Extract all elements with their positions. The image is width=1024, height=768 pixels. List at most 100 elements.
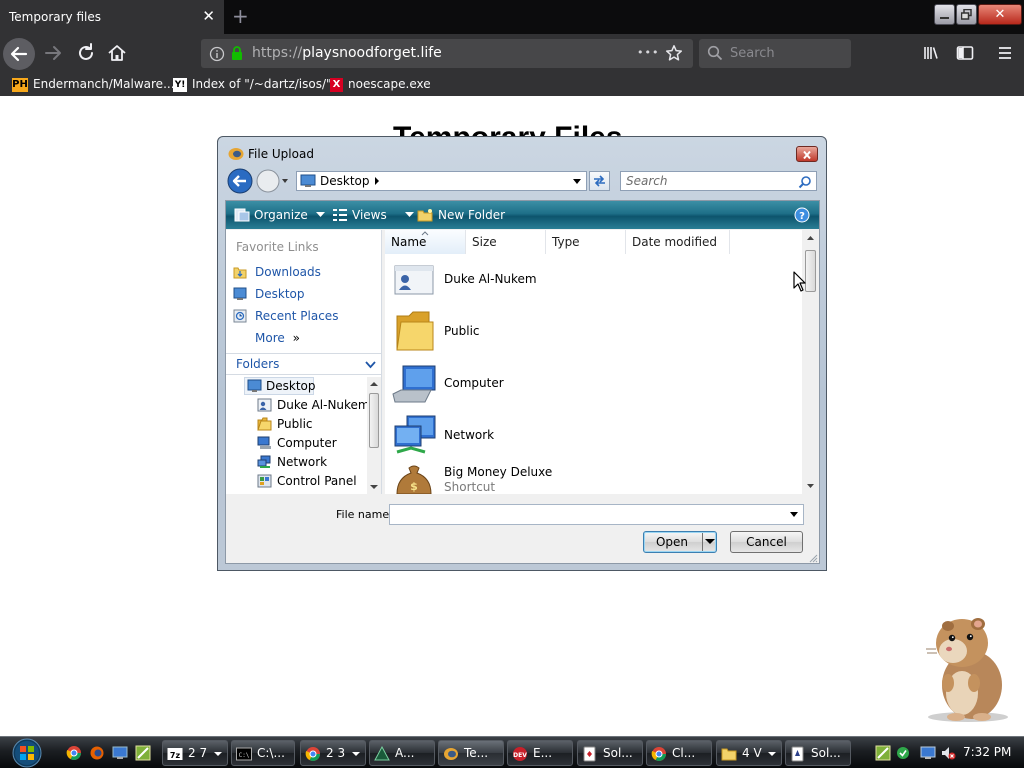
dialog-search-input[interactable]: Search (620, 171, 817, 191)
minimize-button[interactable] (934, 4, 955, 25)
taskbar-button-active[interactable]: Te... (438, 740, 504, 766)
taskbar-button[interactable]: 4 V (716, 740, 782, 766)
views-icon (333, 209, 347, 221)
column-header-type[interactable]: Type (546, 230, 626, 254)
dialog-refresh-button[interactable] (589, 171, 610, 191)
file-name-dropdown-icon[interactable] (789, 512, 799, 518)
tray-network-icon[interactable] (895, 745, 911, 761)
column-header-date-modified[interactable]: Date modified (626, 230, 730, 254)
url-text[interactable]: https://playsnoodforget.life (252, 39, 442, 68)
web-search-box[interactable]: Search (699, 39, 851, 68)
sidebar-icon[interactable] (954, 42, 976, 64)
tree-scrollbar[interactable] (367, 377, 381, 494)
favorite-link-downloads[interactable]: Downloads (255, 265, 321, 279)
dialog-address-text: Desktop (320, 174, 370, 188)
bookmark-item[interactable]: PH Endermanch/Malware... (12, 72, 175, 96)
tree-item-computer[interactable]: Computer (277, 436, 337, 450)
tray-app-icon[interactable] (875, 745, 891, 761)
start-button-icon[interactable] (6, 737, 48, 768)
switch-windows-icon[interactable] (135, 745, 151, 761)
taskbar-clock[interactable]: 7:32 PM (963, 736, 1011, 768)
favorite-link-recent-places[interactable]: Recent Places (255, 309, 338, 323)
scroll-up-icon[interactable] (802, 233, 819, 243)
menu-icon[interactable] (994, 42, 1016, 64)
volume-muted-icon[interactable] (940, 745, 956, 761)
taskbar-button[interactable]: Sol... (785, 740, 851, 766)
breadcrumb-arrow-icon[interactable] (373, 176, 381, 186)
scroll-thumb[interactable] (369, 393, 379, 448)
scroll-down-icon[interactable] (802, 481, 819, 491)
open-button[interactable]: Open (643, 531, 717, 553)
page-actions-icon[interactable]: ••• (637, 39, 659, 66)
organize-menu[interactable]: Organize (234, 201, 325, 229)
show-desktop-icon[interactable] (112, 745, 128, 761)
dialog-close-button[interactable] (796, 146, 818, 162)
cancel-button[interactable]: Cancel (730, 531, 803, 553)
restore-button[interactable] (956, 4, 977, 25)
sort-ascending-icon (421, 231, 429, 236)
cancel-label: Cancel (746, 535, 787, 549)
tree-item-network[interactable]: Network (277, 455, 327, 469)
desktop-icon (247, 379, 262, 392)
navigation-pane: Favorite Links Downloads Desktop Recent … (226, 230, 382, 494)
network-icon (394, 415, 436, 454)
dialog-address-bar[interactable]: Desktop (296, 171, 587, 191)
dialog-forward-icon[interactable] (256, 169, 280, 193)
file-list-scrollbar[interactable] (802, 230, 819, 494)
file-name-label: File name: (336, 508, 393, 521)
lock-icon[interactable] (230, 45, 244, 61)
reload-icon[interactable] (75, 42, 97, 64)
folders-header: Folders (236, 357, 280, 371)
open-dropdown-icon[interactable] (705, 539, 715, 545)
taskbar-button[interactable]: A... (369, 740, 435, 766)
tree-item-control-panel[interactable]: Control Panel (277, 474, 357, 488)
more-links-button[interactable]: More » (255, 331, 300, 345)
info-icon[interactable] (209, 46, 225, 62)
new-folder-button[interactable]: New Folder (417, 201, 505, 229)
search-icon[interactable] (798, 175, 812, 189)
close-tab-icon[interactable]: ✕ (202, 0, 215, 33)
library-icon[interactable] (920, 42, 942, 64)
help-icon[interactable]: ? (794, 207, 810, 223)
taskbar-button[interactable]: 7z 2 7 (162, 740, 228, 766)
search-placeholder: Search (730, 46, 775, 61)
address-dropdown-icon[interactable] (572, 178, 582, 186)
chevron-down-icon (352, 752, 360, 756)
column-header-name[interactable]: Name (385, 230, 466, 254)
dialog-command-bar: Organize Views New Folder ? (226, 201, 819, 229)
tree-item-public[interactable]: Public (277, 417, 313, 431)
favorite-link-desktop[interactable]: Desktop (255, 287, 305, 301)
bookmark-star-icon[interactable] (665, 44, 683, 62)
chrome-quicklaunch-icon[interactable] (66, 745, 82, 761)
bookmark-item[interactable]: Y! Index of "/~dartz/isos/" (173, 72, 332, 96)
taskbar-button[interactable]: 2 3 (300, 740, 366, 766)
resize-grip-icon[interactable] (808, 553, 818, 563)
close-window-button[interactable]: ✕ (978, 4, 1022, 25)
folders-toggle[interactable]: Folders (226, 353, 382, 375)
close-icon (803, 150, 811, 160)
tree-item-user[interactable]: Duke Al-Nukem (277, 398, 370, 412)
tab-title: Temporary files (9, 10, 101, 24)
file-name-input[interactable] (389, 504, 804, 525)
bookmark-item[interactable]: Xnoescape.exe (330, 72, 431, 96)
browser-tab[interactable]: Temporary files ✕ (0, 0, 224, 34)
views-menu[interactable]: Views (332, 201, 414, 229)
taskbar-button[interactable]: Cl... (646, 740, 712, 766)
cmd-icon: C:\ (236, 747, 252, 760)
taskbar-button[interactable]: C:\ C:\... (231, 740, 295, 766)
column-header-size[interactable]: Size (466, 230, 546, 254)
scroll-up-icon[interactable] (367, 379, 381, 389)
firefox-quicklaunch-icon[interactable] (89, 745, 105, 761)
taskbar-button[interactable]: Sol... (577, 740, 643, 766)
taskbar-button[interactable]: DEV E... (507, 740, 573, 766)
back-button[interactable] (3, 38, 35, 70)
tray-monitor-icon[interactable] (920, 745, 936, 761)
home-icon[interactable] (106, 42, 128, 64)
dialog-back-icon[interactable] (227, 168, 253, 194)
tree-item-desktop[interactable]: Desktop (266, 379, 316, 393)
new-tab-button[interactable]: + (232, 0, 249, 32)
address-bar[interactable]: https://playsnoodforget.life ••• (201, 39, 693, 68)
forward-arrow-icon[interactable] (42, 42, 64, 64)
history-dropdown-icon[interactable] (282, 179, 288, 183)
scroll-down-icon[interactable] (367, 482, 381, 492)
